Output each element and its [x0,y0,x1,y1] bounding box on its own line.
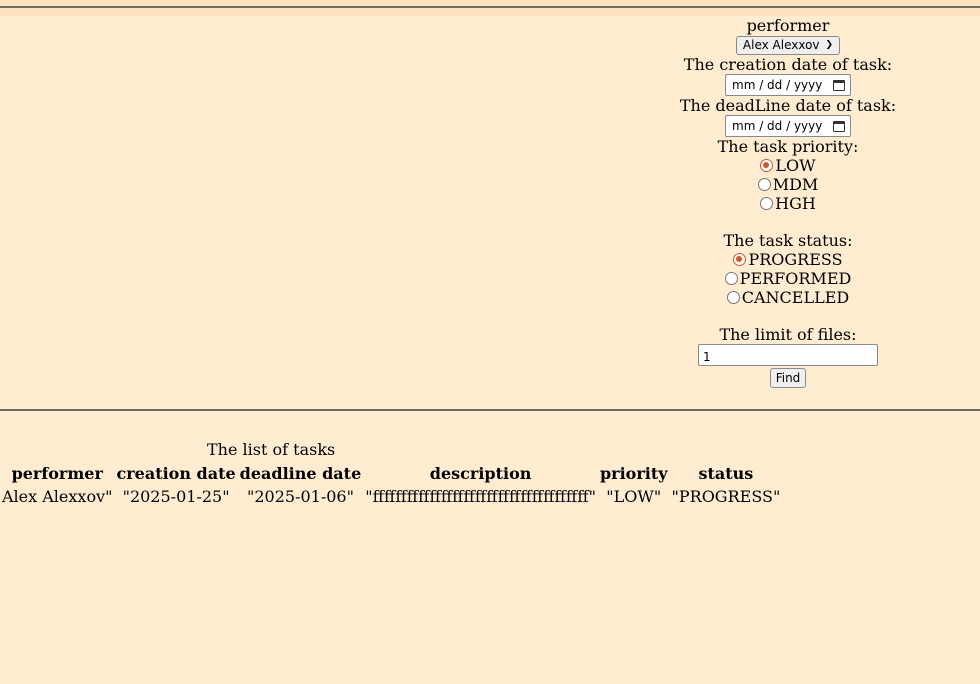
column-header-creation-date: creation date [116,464,236,483]
task-filter-form: performer Alex Alexxov ❯ The creation da… [668,16,908,388]
task-list-caption: The list of tasks [207,440,336,459]
priority-option-low[interactable]: LOW [668,156,908,175]
calendar-icon[interactable] [833,120,845,132]
status-option-performed[interactable]: PERFORMED [668,269,908,288]
top-band [0,0,980,16]
priority-radio-low[interactable] [760,159,774,172]
status-label: The task status: [723,231,853,250]
status-option-progress[interactable]: PROGRESS [668,250,908,269]
cell-description: "ffffffffffffffffffffffffffffffffffffff" [365,487,596,506]
status-radio-performed[interactable] [724,272,738,285]
priority-radio-mdm[interactable] [757,178,771,191]
performer-label: performer [746,16,830,35]
calendar-icon[interactable] [833,79,845,91]
limit-label: The limit of files: [719,325,857,344]
performer-select[interactable]: Alex Alexxov ❯ [735,36,841,55]
table-header-row: performer creation date deadline date de… [0,462,782,485]
column-header-deadline-date: deadline date [239,464,362,483]
performer-select-value: Alex Alexxov [742,38,820,52]
priority-option-mdm[interactable]: MDM [668,175,908,194]
priority-option-label: MDM [772,175,819,194]
cell-status: "PROGRESS" [671,487,781,506]
priority-option-label: HGH [775,194,816,213]
cell-creation-date: "2025-01-25" [122,487,230,506]
task-table: performer creation date deadline date de… [0,462,782,508]
column-header-performer: performer [11,464,103,483]
status-option-label: PROGRESS [748,250,843,269]
priority-radio-hgh[interactable] [760,197,774,210]
find-button[interactable]: Find [769,368,807,388]
deadline-date-input[interactable]: mm / dd / yyyy [725,115,851,137]
limit-input[interactable]: 1 [698,344,878,366]
status-option-cancelled[interactable]: CANCELLED [668,288,908,307]
table-row: Alex Alexxov" "2025-01-25" "2025-01-06" … [0,485,782,508]
creation-date-input[interactable]: mm / dd / yyyy [725,74,851,96]
deadline-date-placeholder: mm / dd / yyyy [732,118,823,133]
chevron-down-icon: ❯ [825,40,834,50]
cell-performer: Alex Alexxov" [2,487,113,506]
creation-date-label: The creation date of task: [683,55,893,74]
priority-option-label: LOW [775,156,816,175]
section-divider [0,409,980,411]
status-option-label: PERFORMED [739,269,852,288]
priority-option-hgh[interactable]: HGH [668,194,908,213]
status-radio-cancelled[interactable] [726,291,740,304]
deadline-date-label: The deadLine date of task: [679,96,897,115]
top-divider [0,6,980,8]
cell-deadline-date: "2025-01-06" [246,487,354,506]
creation-date-placeholder: mm / dd / yyyy [732,77,823,92]
column-header-status: status [698,464,754,483]
cell-priority: "LOW" [606,487,662,506]
column-header-priority: priority [599,464,668,483]
column-header-description: description [429,464,532,483]
status-option-label: CANCELLED [741,288,850,307]
status-radio-progress[interactable] [733,253,747,266]
priority-label: The task priority: [717,137,859,156]
